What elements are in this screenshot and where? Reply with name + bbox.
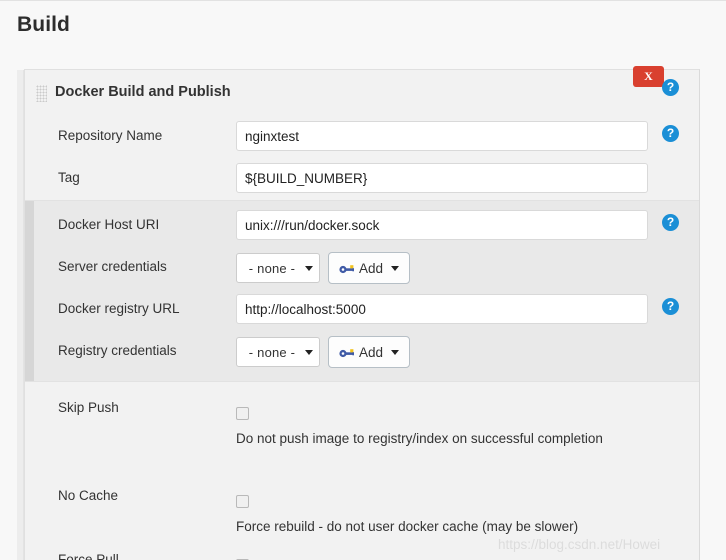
field-repository-name xyxy=(236,121,648,151)
server-credentials-controls: - none - Add xyxy=(236,252,411,284)
row-skip-push: Skip Push xyxy=(25,394,699,424)
label-no-cache: No Cache xyxy=(58,488,119,503)
field-docker-host-uri xyxy=(236,210,648,240)
key-icon xyxy=(339,264,354,273)
build-step-panel: Docker Build and Publish X ? Repository … xyxy=(17,66,700,560)
label-skip-push: Skip Push xyxy=(58,400,119,415)
registry-credentials-select[interactable]: - none - xyxy=(236,337,320,367)
label-tag: Tag xyxy=(58,170,80,185)
row-force-pull: Force Pull xyxy=(25,546,699,560)
field-server-credentials: - none - Add xyxy=(236,252,411,284)
skip-push-description: Do not push image to registry/index on s… xyxy=(236,431,603,446)
delete-build-step-button[interactable]: X xyxy=(633,66,664,87)
panel-drag-bar[interactable] xyxy=(17,70,24,560)
no-cache-description: Force rebuild - do not user docker cache… xyxy=(236,519,579,534)
label-registry-credentials: Registry credentials xyxy=(58,343,177,358)
add-registry-credentials-button[interactable]: Add xyxy=(328,336,411,368)
row-tag: Tag xyxy=(25,158,699,200)
chevron-down-icon xyxy=(391,265,400,271)
field-skip-push xyxy=(236,405,249,423)
label-force-pull: Force Pull xyxy=(58,552,119,560)
chevron-down-icon xyxy=(305,265,313,271)
skip-push-checkbox[interactable] xyxy=(236,407,249,421)
row-registry-credentials: Registry credentials - none - Add xyxy=(25,331,699,373)
build-step-title: Docker Build and Publish xyxy=(55,84,231,100)
server-credentials-select[interactable]: - none - xyxy=(236,253,320,283)
label-repository-name: Repository Name xyxy=(58,128,163,143)
label-docker-host-uri: Docker Host URI xyxy=(58,217,160,232)
add-server-credentials-button[interactable]: Add xyxy=(328,252,411,284)
drag-handle-icon[interactable] xyxy=(36,85,47,102)
row-docker-registry-url: Docker registry URL ? xyxy=(25,289,699,331)
row-no-cache-description: Force rebuild - do not user docker cache… xyxy=(25,512,699,546)
build-step-header: Docker Build and Publish X ? xyxy=(25,66,699,116)
add-registry-credentials-label: Add xyxy=(359,344,384,360)
server-credentials-selected-value: - none - xyxy=(248,260,296,276)
label-server-credentials: Server credentials xyxy=(58,259,167,274)
add-server-credentials-label: Add xyxy=(359,260,384,276)
field-tag xyxy=(236,163,648,193)
row-server-credentials: Server credentials - none - Add xyxy=(25,247,699,289)
page-title: Build xyxy=(17,13,70,36)
row-no-cache: No Cache xyxy=(25,482,699,512)
field-registry-credentials: - none - Add xyxy=(236,336,411,368)
field-no-cache xyxy=(236,493,249,511)
help-icon-docker-registry-url[interactable]: ? xyxy=(662,298,679,315)
field-docker-registry-url xyxy=(236,294,648,324)
no-cache-checkbox[interactable] xyxy=(236,495,249,509)
registry-credentials-selected-value: - none - xyxy=(248,344,296,360)
help-icon-build-step[interactable]: ? xyxy=(662,79,679,96)
row-skip-push-description: Do not push image to registry/index on s… xyxy=(25,424,699,482)
repository-name-input[interactable] xyxy=(236,121,648,151)
registry-credentials-controls: - none - Add xyxy=(236,336,411,368)
row-repository-name: Repository Name ? xyxy=(25,116,699,158)
help-icon-repository-name[interactable]: ? xyxy=(662,125,679,142)
row-docker-host-uri: Docker Host URI ? xyxy=(25,205,699,247)
build-configuration-page: Build Docker Build and Publish X ? Repos… xyxy=(0,0,726,560)
label-docker-registry-url: Docker registry URL xyxy=(58,301,180,316)
docker-host-uri-input[interactable] xyxy=(236,210,648,240)
key-icon xyxy=(339,348,354,357)
docker-connection-subsection: Docker Host URI ? Server credentials - n… xyxy=(25,200,699,382)
chevron-down-icon xyxy=(305,349,313,355)
help-icon-docker-host-uri[interactable]: ? xyxy=(662,214,679,231)
docker-registry-url-input[interactable] xyxy=(236,294,648,324)
chevron-down-icon xyxy=(391,349,400,355)
tag-input[interactable] xyxy=(236,163,648,193)
